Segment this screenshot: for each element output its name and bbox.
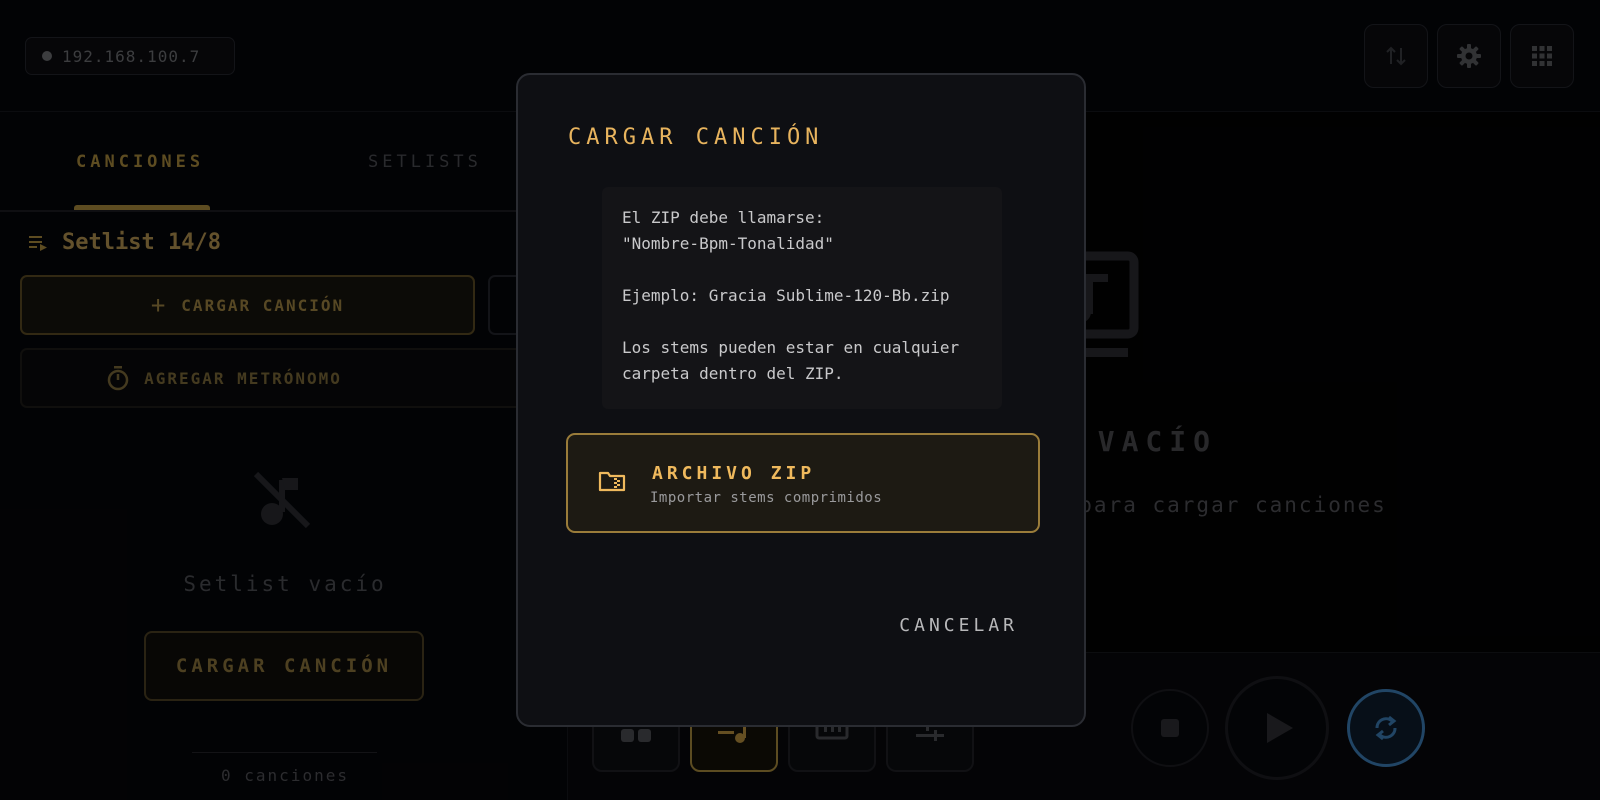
cancel-button[interactable]: CANCELAR (868, 605, 1018, 645)
zip-instructions: El ZIP debe llamarse: "Nombre-Bpm-Tonali… (602, 187, 1002, 409)
instruction-line: "Nombre-Bpm-Tonalidad" (622, 234, 834, 253)
zip-option-title: ARCHIVO ZIP (652, 463, 816, 484)
zip-file-option[interactable]: ARCHIVO ZIP Importar stems comprimidos (566, 433, 1040, 533)
instruction-example: Ejemplo: Gracia Sublime-120-Bb.zip (622, 286, 950, 305)
instruction-line: carpeta dentro del ZIP. (622, 364, 844, 383)
instruction-line: El ZIP debe llamarse: (622, 208, 825, 227)
zip-folder-icon (598, 471, 626, 492)
instruction-line: Los stems pueden estar en cualquier (622, 338, 960, 357)
dialog-title: CARGAR CANCIÓN (568, 125, 824, 150)
zip-option-subtitle: Importar stems comprimidos (650, 490, 883, 506)
load-song-dialog: CARGAR CANCIÓN El ZIP debe llamarse: "No… (516, 73, 1086, 727)
